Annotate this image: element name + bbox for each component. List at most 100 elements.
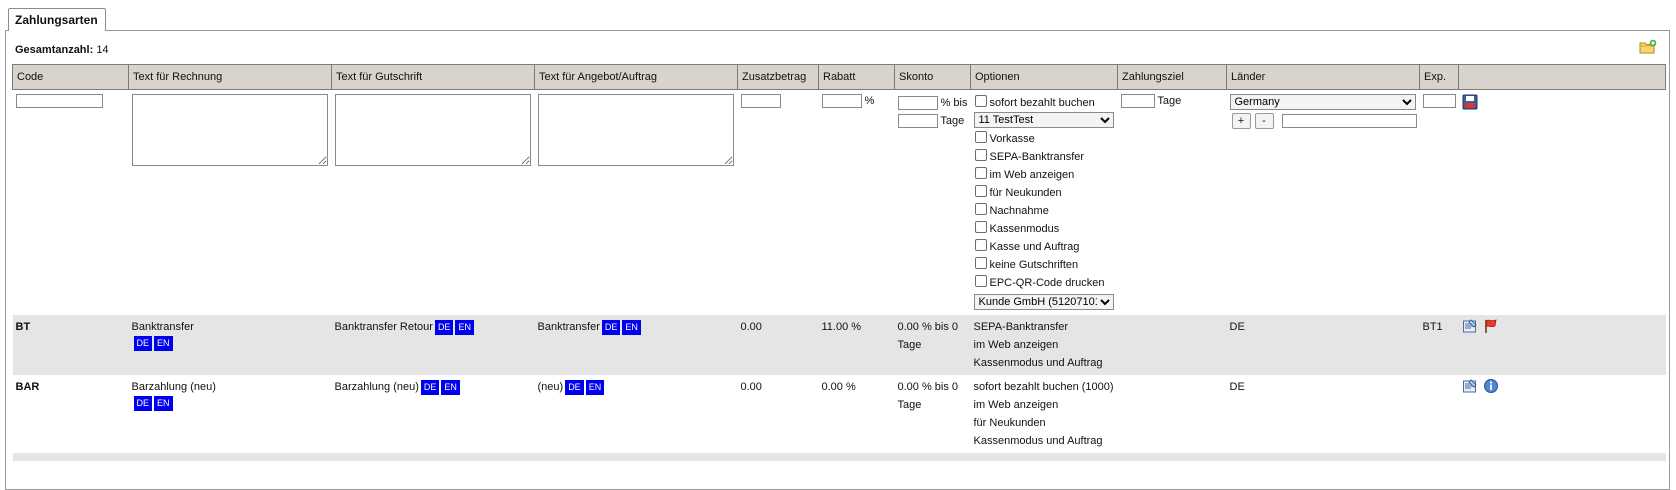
option-sepa-transfer[interactable]: SEPA-Banktransfer [974,148,1115,166]
skonto-days-input[interactable] [897,114,938,128]
checkbox[interactable] [974,203,987,215]
lang-de-badge[interactable]: DE [133,396,153,411]
column-header-code[interactable]: Code [12,64,129,90]
table-header: Code Text für Rechnung Text für Gutschri… [12,64,1666,90]
row-code: BT [15,321,31,333]
option-instant-paid[interactable]: sofort bezahlt buchen [974,94,1115,112]
checkbox[interactable] [974,167,987,179]
tab-zahlungsarten[interactable]: Zahlungsarten [8,8,106,31]
info-icon[interactable] [1483,378,1499,394]
table-row [12,453,1666,461]
column-header-payment-target[interactable]: Zahlungsziel [1117,64,1227,90]
add-folder-icon[interactable] [1639,39,1657,55]
table-row[interactable]: BT Banktransfer DE EN Banktransfer Retour… [12,315,1666,375]
column-header-invoice-text[interactable]: Text für Rechnung [128,64,332,90]
table-row[interactable]: BAR Barzahlung (neu) DE EN Barzahlung (ne… [12,375,1666,453]
checkbox[interactable] [974,131,987,143]
option-new-customers[interactable]: für Neukunden [974,184,1115,202]
discount-percent-label: % [864,95,875,107]
row-extra-amount: 0.00 [740,321,762,333]
row-skonto: 0.00 % bis 0 [897,321,959,333]
new-entry-row: % % bis Tage sofort bezahlt buchen 11 Te… [13,90,1666,316]
lang-en-badge[interactable]: EN [455,319,474,335]
total-count-label: Gesamtanzahl: [15,44,94,56]
lang-en-badge[interactable]: EN [622,319,641,335]
payment-methods-table: Code Text für Rechnung Text für Gutschri… [12,64,1666,461]
row-discount: 0.00 % [821,381,856,393]
account-select[interactable]: 11 TestTest [973,112,1114,128]
row-code: BAR [15,381,40,393]
discount-input[interactable] [821,94,862,108]
payment-days-input[interactable] [1120,94,1155,108]
tab-bar: Zahlungsarten [8,8,106,31]
edit-icon[interactable] [1462,318,1478,334]
payment-methods-panel: Gesamtanzahl: 14 Code Text für Rechnung … [5,30,1670,490]
checkbox[interactable] [974,257,987,269]
option-show-in-web[interactable]: im Web anzeigen [974,166,1115,184]
option-prepayment[interactable]: Vorkasse [974,130,1115,148]
row-extra-amount: 0.00 [740,381,762,393]
country-list-input[interactable] [1281,114,1417,128]
row-countries: DE [1229,381,1245,393]
offer-text-input[interactable] [537,94,734,166]
option-epc-qr-code[interactable]: EPC-QR-Code drucken [974,274,1115,292]
row-exp [1423,378,1456,396]
option-cash-mode[interactable]: Kassenmodus [974,220,1115,238]
column-header-countries[interactable]: Länder [1226,64,1420,90]
column-header-exp[interactable]: Exp. [1419,64,1459,90]
lang-en-badge[interactable]: EN [441,379,460,395]
row-invoice-text: Banktransfer [131,321,194,333]
row-countries: DE [1229,321,1245,333]
row-invoice-text: Barzahlung (neu) [131,381,216,393]
invoice-text-input[interactable] [131,94,328,166]
column-header-actions [1458,64,1666,90]
option-cash-and-order[interactable]: Kasse und Auftrag [974,238,1115,256]
add-country-button[interactable]: + [1231,113,1251,129]
option-cash-on-delivery[interactable]: Nachnahme [974,202,1115,220]
code-input[interactable] [15,94,103,108]
lang-en-badge[interactable]: EN [154,396,173,411]
extra-amount-input[interactable] [740,94,781,108]
row-offer-text: (neu) [537,381,564,393]
skonto-percent-input[interactable] [897,96,938,110]
column-header-skonto[interactable]: Skonto [894,64,971,90]
row-option: im Web anzeigen [973,399,1059,411]
lang-de-badge[interactable]: DE [565,379,584,395]
lang-de-badge[interactable]: DE [434,319,454,335]
payment-days-label: Tage [1157,95,1182,107]
checkbox[interactable] [974,185,987,197]
lang-de-badge[interactable]: DE [601,319,621,335]
checkbox[interactable] [974,149,987,161]
lang-en-badge[interactable]: EN [585,379,605,395]
option-no-credit-notes[interactable]: keine Gutschriften [974,256,1115,274]
country-select[interactable]: Germany [1229,94,1416,110]
exp-input[interactable] [1422,94,1456,108]
row-skonto-days: Tage [897,339,922,351]
row-option: im Web anzeigen [973,339,1059,351]
row-credit-text: Banktransfer Retour [334,321,433,333]
column-header-discount[interactable]: Rabatt [818,64,895,90]
checkbox[interactable] [974,239,987,251]
skonto-percent-label: % bis [940,97,968,109]
lang-en-badge[interactable]: EN [154,336,173,351]
flag-icon[interactable] [1483,318,1499,334]
row-skonto: 0.00 % bis 0 [897,381,959,393]
checkbox[interactable] [974,95,987,107]
remove-country-button[interactable]: - [1254,113,1274,129]
credit-text-input[interactable] [334,94,531,166]
total-count-value: 14 [96,44,109,56]
row-offer-text: Banktransfer [537,321,600,333]
edit-icon[interactable] [1462,378,1478,394]
column-header-extra-amount[interactable]: Zusatzbetrag [737,64,819,90]
checkbox[interactable] [974,275,987,287]
row-credit-text: Barzahlung (neu) [334,381,419,393]
column-header-offer-text[interactable]: Text für Angebot/Auftrag [534,64,738,90]
column-header-options[interactable]: Optionen [970,64,1118,90]
customer-select[interactable]: Kunde GmbH (512071013 [973,294,1114,310]
total-count: Gesamtanzahl: 14 [15,44,109,56]
column-header-credit-text[interactable]: Text für Gutschrift [331,64,535,90]
checkbox[interactable] [974,221,987,233]
save-icon[interactable] [1462,94,1478,110]
lang-de-badge[interactable]: DE [420,379,440,395]
lang-de-badge[interactable]: DE [133,336,153,351]
